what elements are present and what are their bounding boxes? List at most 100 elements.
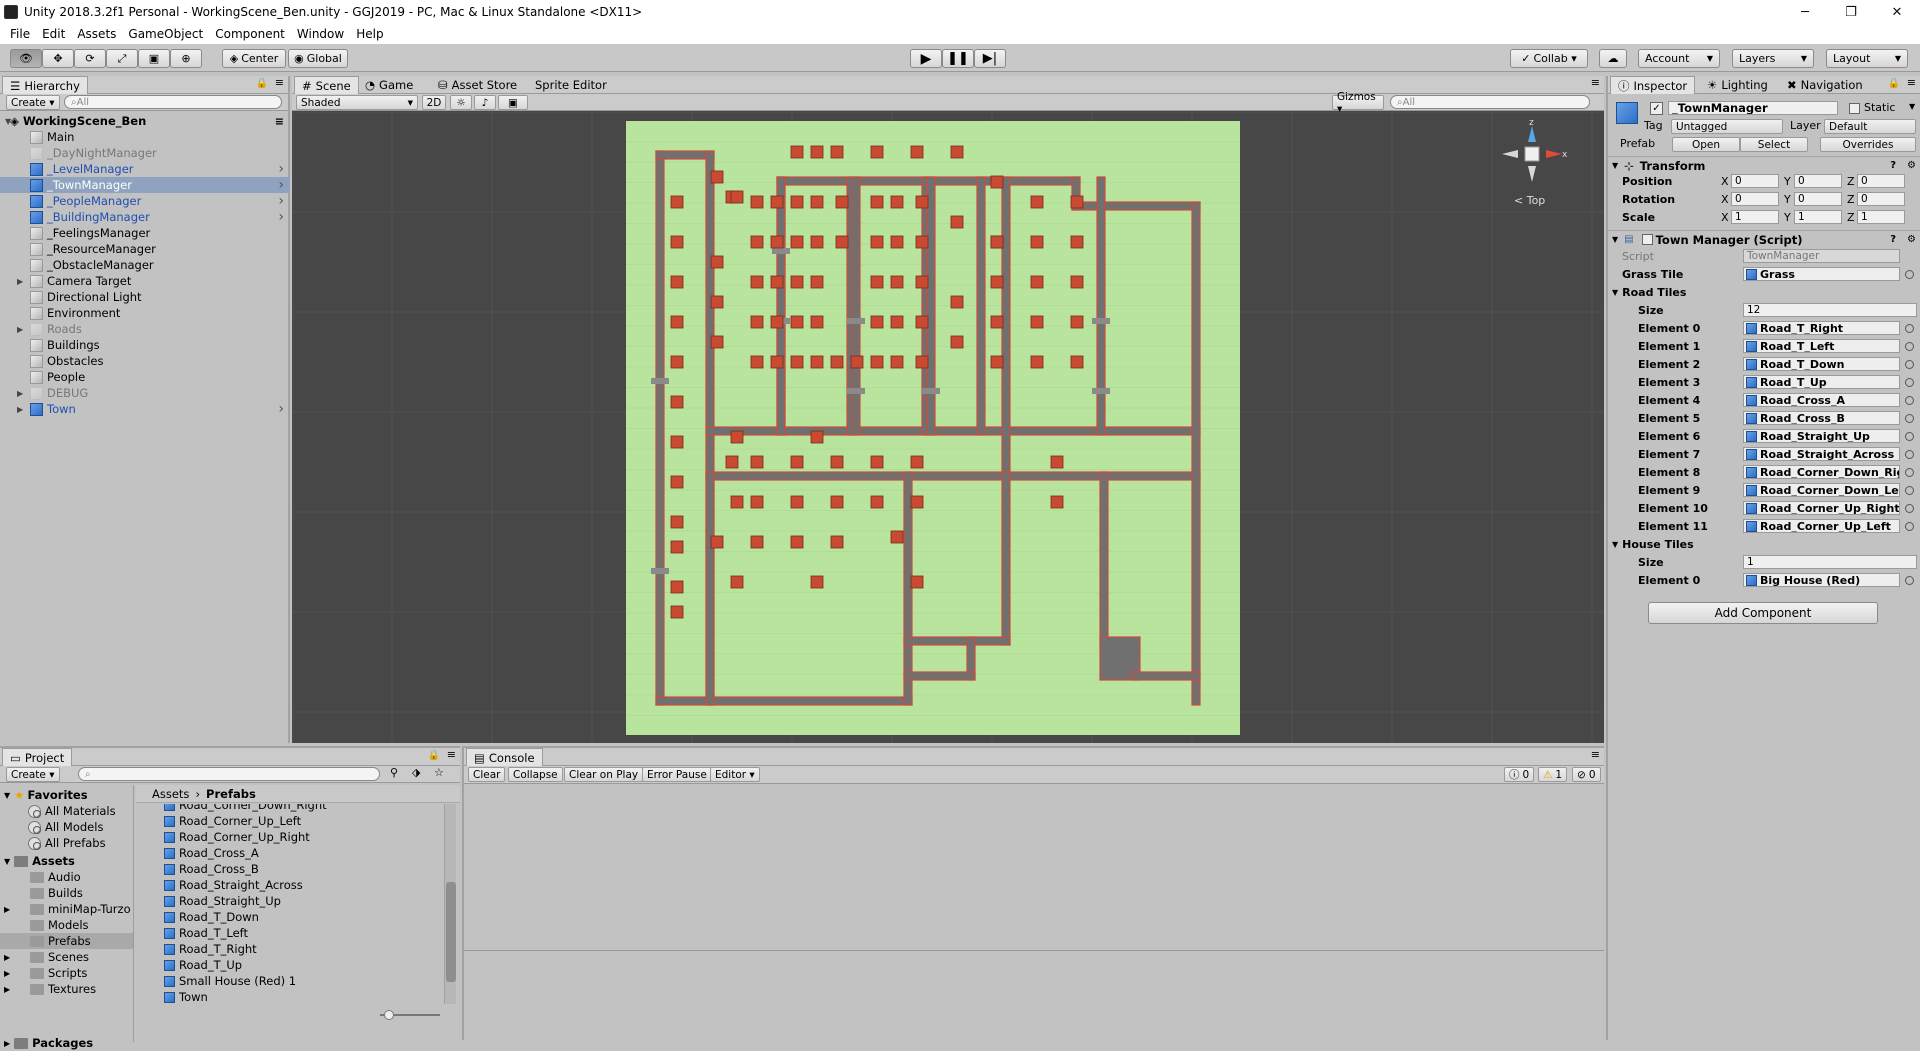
hierarchy-item[interactable]: _BuildingManager › [0,209,290,225]
pivot-global-button[interactable]: ◉ Global [288,49,348,68]
prefab-select-button[interactable]: Select [1740,137,1808,152]
element-object-field[interactable]: Road_Straight_Across [1743,447,1900,461]
hierarchy-item[interactable]: _ResourceManager [0,241,290,257]
2d-toggle[interactable]: 2D [422,95,446,110]
prefab-open-arrow-icon[interactable]: › [278,209,284,225]
static-checkbox[interactable] [1849,103,1860,114]
filter-type-icon[interactable]: ⚲ [390,766,398,779]
scale-tool-button[interactable]: ⤢ [106,49,138,68]
asset-file-item[interactable]: Road_Corner_Down_Right [164,804,327,813]
zoom-slider-handle[interactable] [384,1010,394,1020]
object-name-field[interactable]: _TownManager [1668,101,1838,115]
asset-file-item[interactable]: Road_Straight_Up [164,893,281,909]
object-picker-icon[interactable] [1905,504,1914,513]
hierarchy-search-input[interactable]: ⌕ All [64,95,282,109]
hierarchy-item[interactable]: ▶ DEBUG [0,385,290,401]
console-editor-dropdown[interactable]: Editor ▾ [710,767,760,782]
script-header[interactable]: ▼ ▤ Town Manager (Script) ? ⚙ [1608,230,1920,248]
object-picker-icon[interactable] [1905,432,1914,441]
object-picker-icon[interactable] [1905,468,1914,477]
tab-hierarchy[interactable]: ☰ Hierarchy [2,76,88,94]
console-clear-button[interactable]: Clear [468,767,506,782]
fold-right-icon[interactable]: ▶ [0,953,16,962]
element-object-field[interactable]: Road_Cross_B [1743,411,1900,425]
hierarchy-item[interactable]: Main [0,129,290,145]
transform-rotation-x-field[interactable]: 0 [1731,192,1779,206]
transform-position-y-field[interactable]: 0 [1794,174,1842,188]
favorites-foldout[interactable]: ▼ ★ Favorites [4,787,88,803]
panel-menu-icon[interactable]: ≡ [1907,76,1916,89]
warning-filter-toggle[interactable]: ⚠ 1 [1538,767,1568,782]
tab-lighting[interactable]: ☀ Lighting [1700,76,1775,94]
tab-scene[interactable]: # Scene [294,76,359,94]
info-filter-toggle[interactable]: ⓘ 0 [1504,767,1535,782]
settings-gear-icon[interactable]: ⚙ [1907,234,1916,245]
tag-dropdown[interactable]: Untagged [1671,119,1783,134]
hierarchy-item[interactable]: Obstacles [0,353,290,369]
panel-menu-icon[interactable]: ≡ [275,76,284,89]
asset-file-item[interactable]: Road_Corner_Up_Left [164,813,301,829]
prefab-overrides-dropdown[interactable]: Overrides [1820,137,1916,152]
favorite-item[interactable]: All Models [28,819,103,835]
help-icon[interactable]: ? [1890,234,1896,245]
transform-rotation-y-field[interactable]: 0 [1794,192,1842,206]
active-checkbox[interactable]: ✓ [1650,102,1663,115]
tab-inspector[interactable]: ⓘ Inspector [1610,76,1696,94]
lighting-toggle[interactable]: ☼ [450,95,472,110]
element-object-field[interactable]: Road_T_Up [1743,375,1900,389]
menu-component[interactable]: Component [215,27,285,41]
menu-assets[interactable]: Assets [77,27,116,41]
hierarchy-create-button[interactable]: Create ▾ [6,95,60,110]
favorite-item[interactable]: All Materials [28,803,116,819]
breadcrumb-assets[interactable]: Assets [152,787,189,801]
scene-canvas[interactable]: z x < Top [292,112,1604,743]
gizmos-dropdown[interactable]: Gizmos ▾ [1332,91,1384,115]
house-tiles-foldout[interactable]: ▼ House Tiles [1612,538,1694,551]
fold-right-icon[interactable]: ▶ [0,985,16,994]
hierarchy-item[interactable]: _TownManager › [0,177,290,193]
fold-right-icon[interactable]: ▶ [17,325,23,334]
prefab-open-arrow-icon[interactable]: › [278,177,284,193]
asset-file-item[interactable]: Small House (Red) 1 [164,973,296,989]
asset-folder-item[interactable]: ▶ Textures [0,981,133,997]
tab-project[interactable]: ▭ Project [2,748,73,766]
lock-icon[interactable]: 🔒 [1888,78,1900,89]
asset-file-item[interactable]: Town [164,989,208,1005]
effects-dropdown[interactable]: ▣ [498,95,528,110]
object-picker-icon[interactable] [1905,486,1914,495]
element-object-field[interactable]: Road_T_Down [1743,357,1900,371]
add-component-button[interactable]: Add Component [1648,602,1878,624]
shading-mode-dropdown[interactable]: Shaded ▼ [296,95,418,110]
hierarchy-item[interactable]: _PeopleManager › [0,193,290,209]
element-object-field[interactable]: Road_Corner_Up_Left [1743,519,1900,533]
grass-tile-field[interactable]: Grass [1743,267,1900,281]
scene-root-row[interactable]: ▼ ◈ WorkingScene_Ben ≡ [0,113,290,129]
object-picker-icon[interactable] [1905,396,1914,405]
transform-position-x-field[interactable]: 0 [1731,174,1779,188]
transform-scale-z-field[interactable]: 1 [1857,210,1905,224]
asset-folder-item[interactable]: Builds [0,885,133,901]
console-log-area[interactable] [464,785,1604,950]
object-picker-icon[interactable] [1905,270,1914,279]
fold-right-icon[interactable]: ▶ [17,405,23,414]
asset-file-item[interactable]: Road_T_Left [164,925,248,941]
layer-dropdown[interactable]: Default [1824,119,1916,134]
asset-folder-item[interactable]: ▶ Scenes [0,949,133,965]
panel-menu-icon[interactable]: ≡ [447,748,456,761]
cloud-button[interactable]: ☁ [1599,49,1627,68]
step-button[interactable]: ▶| [974,49,1006,68]
close-button[interactable]: ✕ [1874,0,1920,24]
house-size-field[interactable]: 1 [1743,555,1917,569]
hierarchy-item[interactable]: _DayNightManager [0,145,290,161]
scene-menu-icon[interactable]: ≡ [275,115,284,128]
rotate-tool-button[interactable]: ⟳ [74,49,106,68]
menu-window[interactable]: Window [297,27,344,41]
console-collapse-button[interactable]: Collapse [508,767,563,782]
tab-game[interactable]: ◔ Game [358,76,420,94]
panel-menu-icon[interactable]: ≡ [1591,76,1600,89]
tab-navigation[interactable]: ✖ Navigation [1780,76,1870,94]
favorite-star-icon[interactable]: ☆ [434,766,444,779]
help-icon[interactable]: ? [1890,160,1896,171]
hierarchy-item[interactable]: People [0,369,290,385]
hierarchy-item[interactable]: _FeelingsManager [0,225,290,241]
